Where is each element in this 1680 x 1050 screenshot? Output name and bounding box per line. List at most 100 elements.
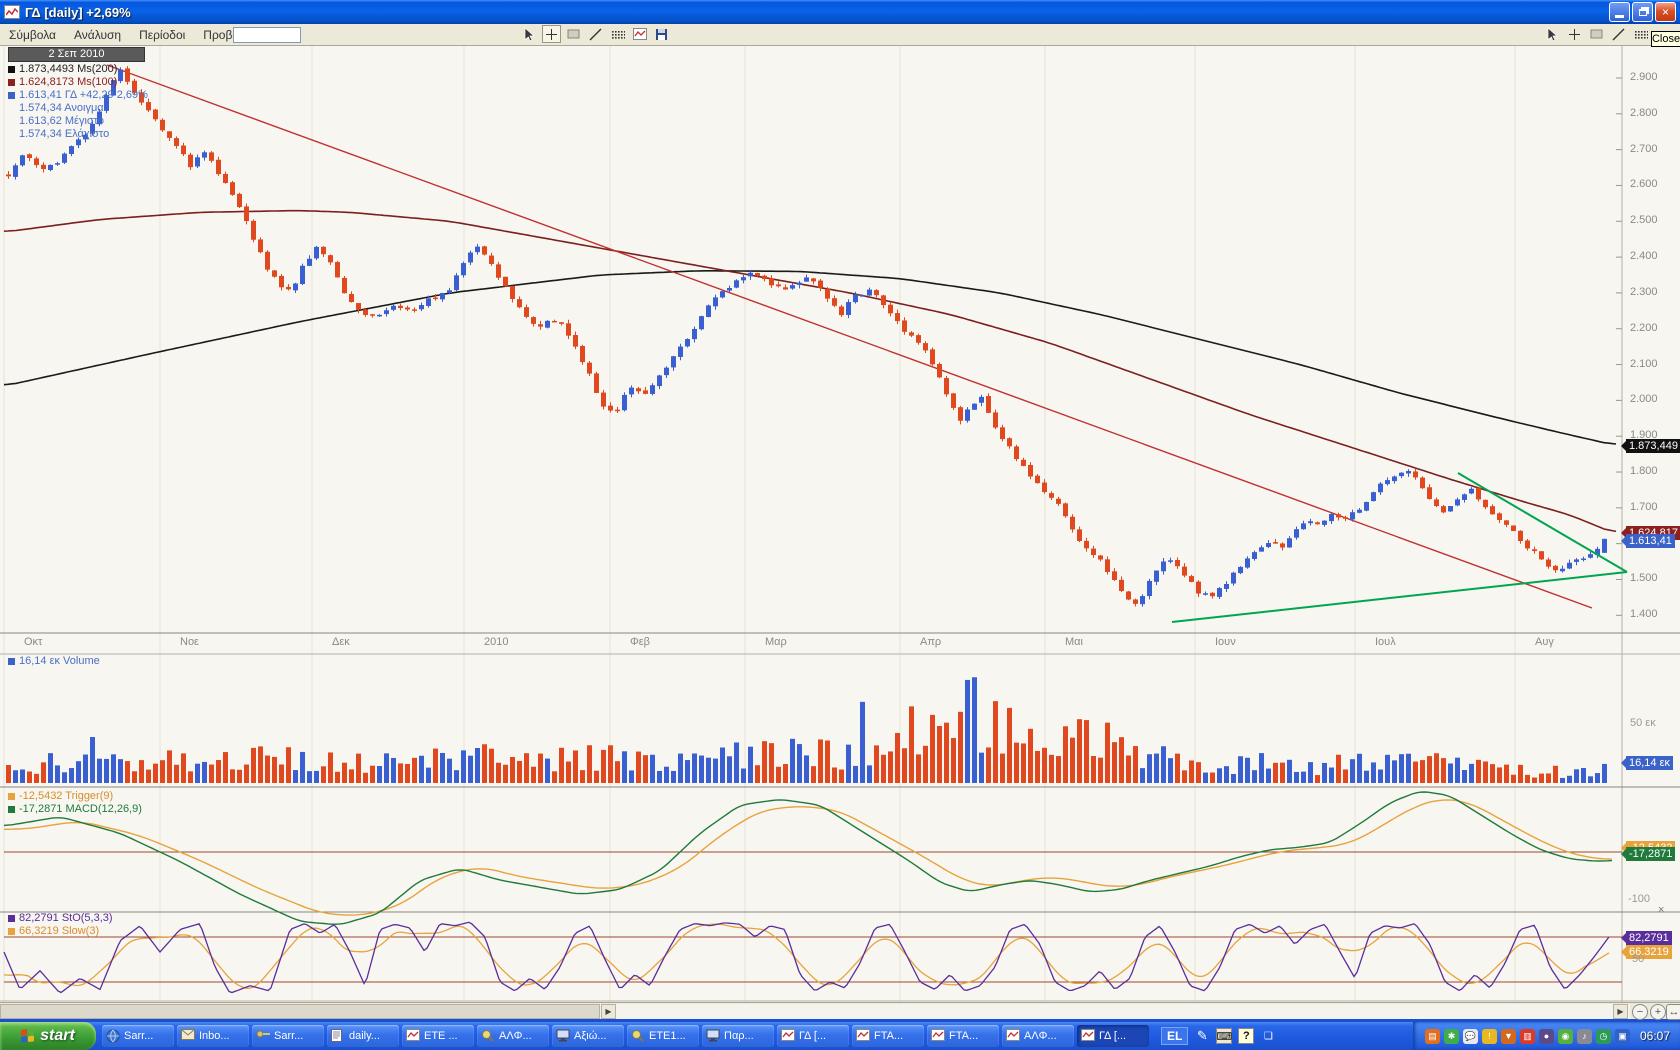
close-button[interactable]: × [1655, 2, 1676, 22]
chart-app-icon [4, 5, 20, 19]
price-tick-1.500: 1.500 [1630, 572, 1658, 585]
menu-Περίοδοι[interactable]: Περίοδοι [130, 26, 194, 44]
fit-width-button[interactable]: ↔ [1666, 1004, 1680, 1020]
cursor-icon-right[interactable] [1543, 25, 1562, 43]
clock: 06:07 [1640, 1029, 1670, 1043]
menu-Σύμβολα[interactable]: Σύμβολα [0, 26, 65, 44]
help-icon[interactable]: ? [1238, 1028, 1254, 1044]
price-tick-2.000: 2.000 [1630, 393, 1658, 406]
price-tick-1.700: 1.700 [1630, 501, 1658, 514]
stoch-fast-tag: 82,2791 [1626, 931, 1672, 945]
price-tick-2.700: 2.700 [1630, 143, 1658, 156]
grid-icon[interactable] [608, 25, 627, 43]
price-tick-2.300: 2.300 [1630, 286, 1658, 299]
windows-logo-icon [21, 1028, 35, 1043]
keyboard-icon[interactable]: ⌨ [1216, 1028, 1232, 1044]
zoom-in-button[interactable]: + [1650, 1004, 1666, 1020]
price-tick-2.100: 2.100 [1630, 358, 1658, 371]
macd-legend-row: -17,2871 MACD(12,26,9) [8, 803, 142, 816]
stoch-legend-row: 66,3219 Slow(3) [8, 925, 113, 938]
chart-legend-row: 1.574,34 Ελάχιστο [8, 128, 148, 141]
task-button-11[interactable]: FTA... [927, 1025, 999, 1047]
doc-icon [331, 1029, 345, 1043]
start-button[interactable]: start [0, 1022, 96, 1050]
tray-antivirus-icon[interactable]: ✱ [1444, 1029, 1459, 1044]
task-button-5[interactable]: ΑΛΦ... [477, 1025, 549, 1047]
macd-tag: -17,2871 [1626, 847, 1675, 861]
grid-icon-right[interactable] [1631, 25, 1650, 43]
tray-graphics-icon[interactable]: ◉ [1558, 1029, 1573, 1044]
scrollbar-thumb[interactable] [0, 1004, 600, 1019]
tray-volume-icon[interactable]: ♪ [1577, 1029, 1592, 1044]
stoch-legend-row: 82,2791 StO(5,3,3) [8, 912, 113, 925]
window-title: ΓΔ [daily] +2,69% [25, 5, 131, 20]
zoom-out-button[interactable]: − [1632, 1004, 1648, 1020]
task-button-0[interactable]: Sarr... [102, 1025, 174, 1047]
tray-document-icon[interactable]: ▤ [1425, 1029, 1440, 1044]
task-button-6[interactable]: Αξιώ... [552, 1025, 624, 1047]
stoch-legend: 82,2791 StO(5,3,3)66,3219 Slow(3) [8, 912, 113, 938]
price-tick-2.800: 2.800 [1630, 107, 1658, 120]
magnifier-icon [481, 1029, 495, 1043]
menu-Ανάλυση[interactable]: Ανάλυση [65, 26, 130, 44]
last-price-tag: 1.613,41 [1626, 534, 1675, 548]
tray-messenger-icon[interactable]: 💬 [1463, 1029, 1478, 1044]
crosshair-icon-right[interactable] [1565, 25, 1584, 43]
task-button-13-active[interactable]: ΓΔ [... [1077, 1025, 1149, 1047]
price-tick-2.600: 2.600 [1630, 178, 1658, 191]
language-options-icon[interactable]: ❏ [1260, 1028, 1276, 1044]
chart-area[interactable]: 2 Σεπ 2010 1.873,4493 Ms(200)1.624,8173 … [0, 46, 1680, 1002]
task-button-12[interactable]: ΑΛΦ... [1002, 1025, 1074, 1047]
rect-select-icon-right[interactable] [1587, 25, 1606, 43]
task-buttons: Sarr...Inbo...Sarr...daily...ETE ...ΑΛΦ.… [102, 1025, 1149, 1047]
macd-pane-close-icon[interactable]: × [1658, 904, 1664, 916]
task-button-2[interactable]: Sarr... [252, 1025, 324, 1047]
scrollbar-track[interactable] [0, 1004, 1630, 1019]
key-icon [256, 1029, 270, 1043]
scroll-right-icon[interactable]: ▶ [601, 1004, 616, 1019]
chart-canvas[interactable] [0, 46, 1680, 1002]
pen-icon[interactable]: ✎ [1194, 1028, 1210, 1044]
chart-legend-row: 1.873,4493 Ms(200) [8, 63, 148, 76]
tray-binoculars-icon[interactable]: ● [1539, 1029, 1554, 1044]
macd-legend-row: -12,5432 Trigger(9) [8, 790, 142, 803]
cursor-icon[interactable] [520, 25, 539, 43]
mail-icon [181, 1029, 195, 1043]
save-icon[interactable] [652, 25, 671, 43]
language-indicator[interactable]: EL [1161, 1027, 1188, 1045]
price-tick-1.400: 1.400 [1630, 608, 1658, 621]
chart-icon [931, 1029, 945, 1043]
time-tick-Οκτ: Οκτ [24, 636, 42, 649]
chart-icon[interactable] [630, 25, 649, 43]
time-tick-Αυγ: Αυγ [1535, 636, 1554, 649]
tray-security-shield-icon[interactable]: ! [1482, 1029, 1497, 1044]
trendline-icon[interactable] [586, 25, 605, 43]
task-button-3[interactable]: daily... [327, 1025, 399, 1047]
task-button-4[interactable]: ETE ... [402, 1025, 474, 1047]
symbol-input[interactable] [233, 27, 301, 43]
scroll-right-end-icon[interactable]: ▶ [1613, 1004, 1628, 1019]
time-tick-Ιουν: Ιουν [1215, 636, 1236, 649]
child-window-toolbar [1543, 25, 1650, 43]
task-button-10[interactable]: FTA... [852, 1025, 924, 1047]
minimize-button[interactable] [1609, 2, 1630, 22]
task-button-9[interactable]: ΓΔ [... [777, 1025, 849, 1047]
time-tick-Απρ: Απρ [920, 636, 941, 649]
restore-button[interactable] [1632, 2, 1653, 22]
task-button-1[interactable]: Inbo... [177, 1025, 249, 1047]
task-button-8[interactable]: Παρ... [702, 1025, 774, 1047]
task-button-7[interactable]: ΕΤΕ1... [627, 1025, 699, 1047]
chart-legend-row: 1.613,41 ΓΔ +42,29 2,69% [8, 89, 148, 102]
price-tick-2.900: 2.900 [1630, 71, 1658, 84]
horizontal-scrollbar[interactable]: ▶ ▶ − + ↔ [0, 1002, 1680, 1022]
volume-tag: 16,14 εκ [1626, 756, 1673, 770]
crosshair-icon[interactable] [542, 25, 561, 43]
rect-select-icon[interactable] [564, 25, 583, 43]
time-tick-Νοε: Νοε [180, 636, 199, 649]
tray-mail-doc-icon[interactable]: ▥ [1520, 1029, 1535, 1044]
trendline-icon-right[interactable] [1609, 25, 1628, 43]
tray-network-icon[interactable]: ▣ [1615, 1029, 1630, 1044]
tray-update-icon[interactable]: ▼ [1501, 1029, 1516, 1044]
chart-legend-row: 1.613,62 Μέγιστο [8, 115, 148, 128]
tray-timer-icon[interactable]: ◷ [1596, 1029, 1611, 1044]
